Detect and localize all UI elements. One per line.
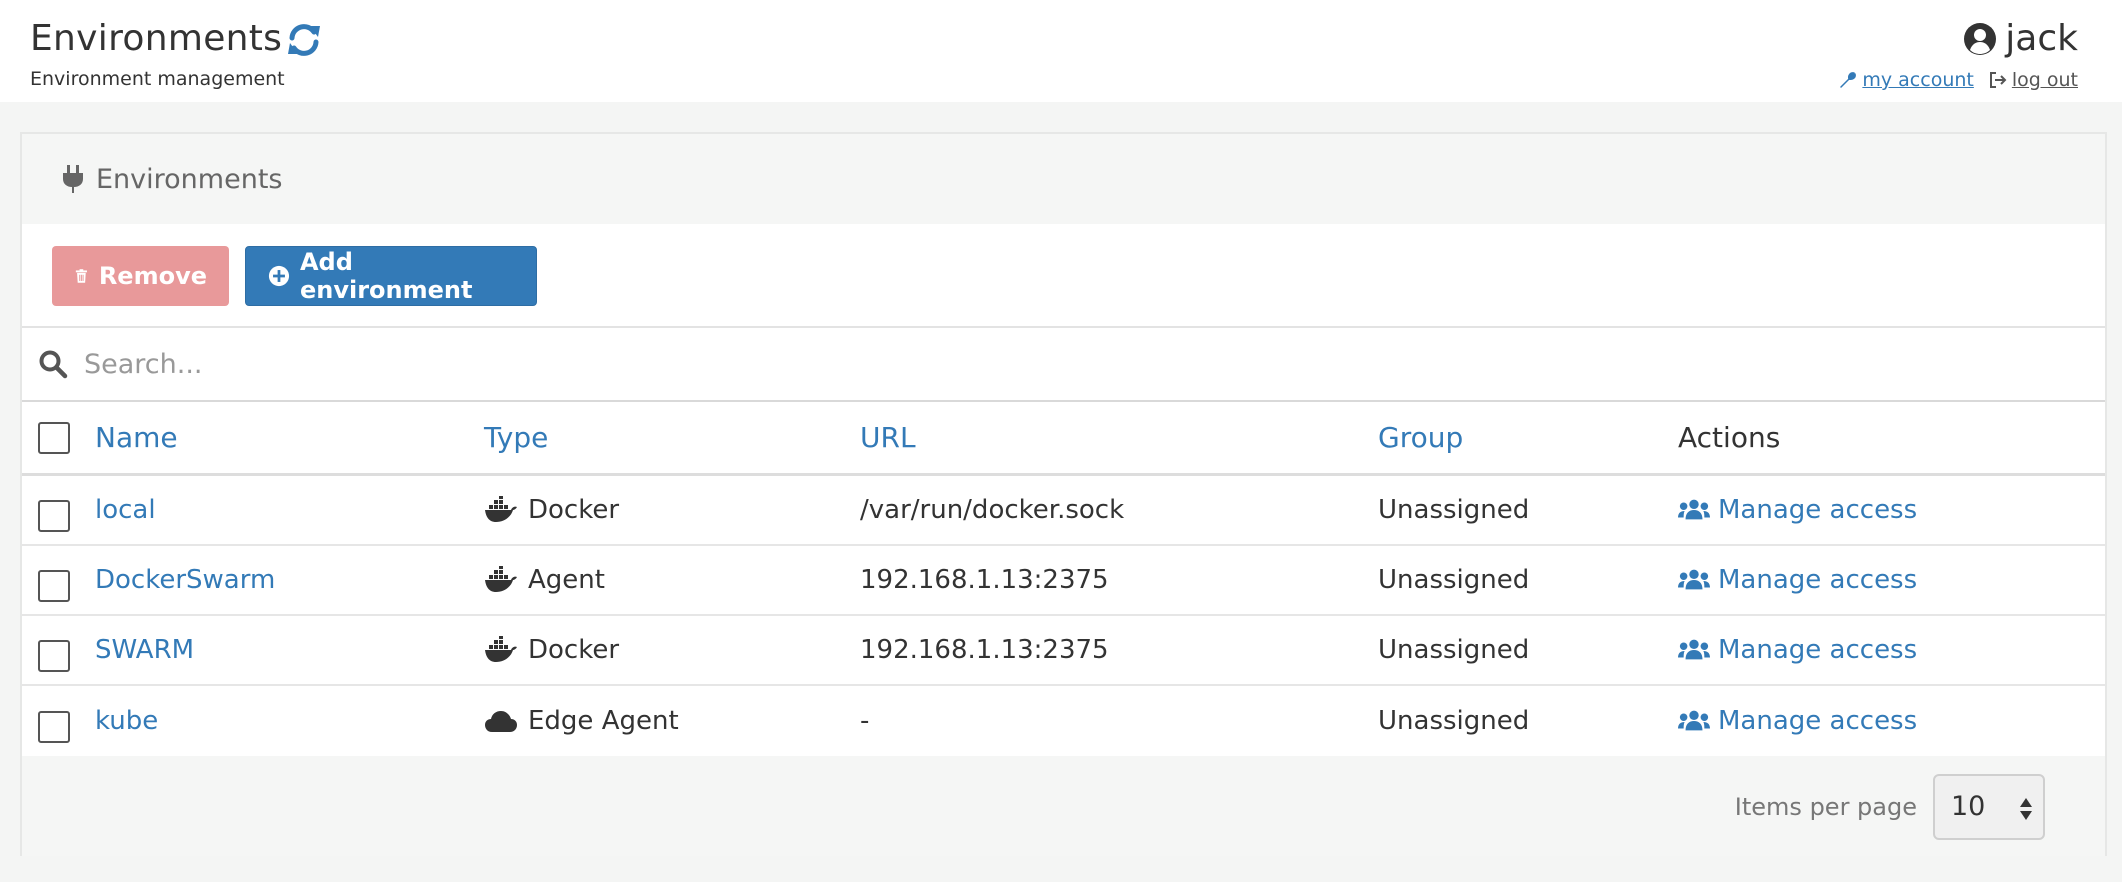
table-footer: Items per page 10: [22, 757, 2105, 856]
users-icon: [1678, 709, 1710, 733]
log-out-link[interactable]: log out: [1988, 69, 2078, 91]
row-checkbox[interactable]: [38, 570, 70, 602]
user-links: my account log out: [1838, 69, 2078, 91]
search-input[interactable]: [84, 342, 1984, 386]
page-title: Environments: [30, 18, 283, 59]
environments-table: Name Type URL Group Actions local Docker…: [22, 402, 2105, 756]
manage-access-link[interactable]: Manage access: [1678, 706, 1917, 736]
manage-access-link[interactable]: Manage access: [1678, 635, 1917, 665]
users-icon: [1678, 638, 1710, 662]
environment-name-link[interactable]: DockerSwarm: [95, 546, 275, 614]
widget-title: Environments: [96, 163, 283, 195]
docker-icon: [484, 566, 518, 594]
environment-url: 192.168.1.13:2375: [860, 565, 1109, 595]
wrench-icon: [1840, 72, 1857, 88]
environment-group: Unassigned: [1378, 706, 1530, 736]
manage-access-label: Manage access: [1718, 495, 1918, 525]
user-avatar-icon: [1963, 22, 1997, 56]
environment-group: Unassigned: [1378, 635, 1530, 665]
plug-icon: [63, 165, 83, 193]
manage-access-label: Manage access: [1718, 565, 1918, 595]
docker-icon: [484, 496, 518, 524]
column-header-url[interactable]: URL: [860, 402, 916, 473]
sign-out-icon: [1989, 72, 2007, 88]
environment-url: /var/run/docker.sock: [860, 495, 1125, 525]
column-header-type[interactable]: Type: [484, 402, 548, 473]
items-per-page-select[interactable]: 10: [1933, 773, 2045, 840]
my-account-label: my account: [1862, 69, 1974, 91]
search-icon: [39, 350, 68, 379]
manage-access-link[interactable]: Manage access: [1678, 495, 1917, 525]
toolbar: Remove Add environment: [22, 224, 2105, 328]
environment-type: Agent: [484, 546, 605, 614]
environment-type: Edge Agent: [484, 686, 679, 756]
users-icon: [1678, 568, 1710, 592]
plus-circle-icon: [268, 265, 290, 287]
remove-button[interactable]: Remove: [52, 246, 229, 306]
log-out-label: log out: [2011, 69, 2078, 91]
column-header-group[interactable]: Group: [1378, 402, 1463, 473]
items-per-page-label: Items per page: [1734, 792, 1917, 821]
user-name: jack: [2005, 18, 2078, 59]
docker-icon: [484, 636, 518, 664]
environment-type: Docker: [484, 616, 619, 684]
my-account-link[interactable]: my account: [1838, 69, 1974, 91]
row-checkbox[interactable]: [38, 711, 70, 743]
add-environment-button[interactable]: Add environment: [245, 246, 537, 306]
environment-name-link[interactable]: kube: [95, 686, 158, 756]
widget-header: Environments: [22, 134, 2105, 224]
environment-url: 192.168.1.13:2375: [860, 635, 1109, 665]
row-checkbox[interactable]: [38, 640, 70, 672]
environment-name-link[interactable]: SWARM: [95, 616, 194, 684]
environment-type-label: Agent: [528, 565, 605, 595]
column-header-actions: Actions: [1678, 421, 1781, 454]
cloud-icon: [484, 707, 518, 735]
manage-access-link[interactable]: Manage access: [1678, 565, 1917, 595]
select-all-checkbox[interactable]: [38, 421, 70, 454]
environment-type-label: Edge Agent: [528, 706, 679, 736]
table-row: DockerSwarm Agent 192.168.1.13:2375 Unas…: [22, 546, 2105, 616]
table-row: kube Edge Agent - Unassigned Manage acce…: [22, 686, 2105, 756]
environment-url: -: [860, 706, 870, 736]
remove-label: Remove: [98, 262, 207, 290]
manage-access-label: Manage access: [1718, 635, 1918, 665]
row-checkbox[interactable]: [38, 500, 70, 532]
table-row: local Docker /var/run/docker.sock Unassi…: [22, 476, 2105, 546]
users-icon: [1678, 498, 1710, 522]
items-per-page-value: 10: [1951, 791, 1986, 822]
environment-type-label: Docker: [528, 635, 620, 665]
top-bar: Environments Environment management jack…: [0, 0, 2122, 102]
refresh-icon[interactable]: [284, 20, 324, 60]
environments-widget: Environments Remove Add environment Sear…: [20, 132, 2107, 856]
sort-arrows-icon: [2020, 797, 2032, 820]
user-block: jack: [1963, 18, 2078, 59]
manage-access-label: Manage access: [1718, 706, 1918, 736]
trash-icon: [75, 269, 87, 283]
environment-name-link[interactable]: local: [95, 476, 156, 544]
table-row: SWARM Docker 192.168.1.13:2375 Unassigne…: [22, 616, 2105, 686]
environment-type: Docker: [484, 476, 619, 544]
environment-type-label: Docker: [528, 495, 620, 525]
table-header-row: Name Type URL Group Actions: [22, 402, 2105, 476]
environment-group: Unassigned: [1378, 495, 1530, 525]
add-environment-label: Add environment: [299, 248, 473, 304]
column-header-name[interactable]: Name: [95, 402, 178, 473]
search-bar: [22, 328, 2105, 402]
page-subtitle: Environment management: [30, 68, 285, 90]
environment-group: Unassigned: [1378, 565, 1530, 595]
